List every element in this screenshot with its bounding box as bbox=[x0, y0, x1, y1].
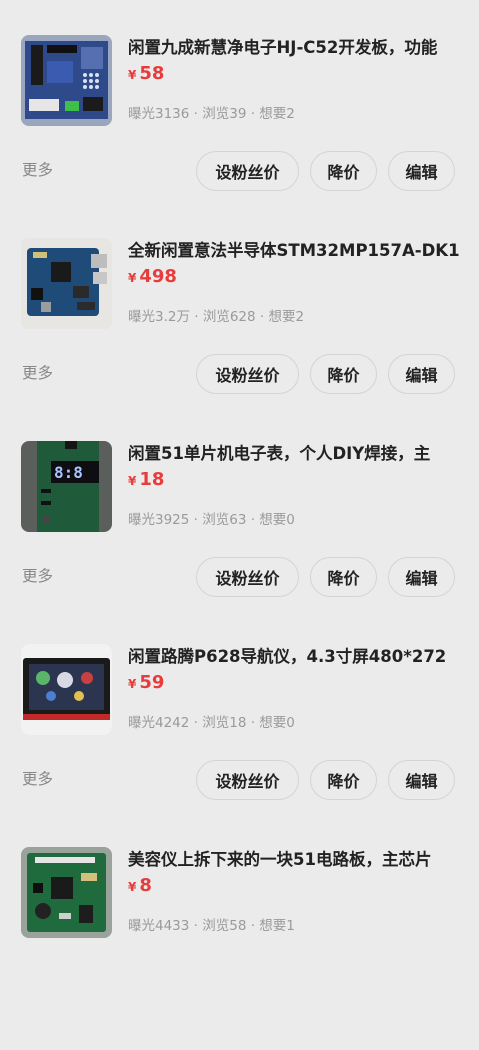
product-thumbnail[interactable] bbox=[21, 644, 112, 735]
more-button[interactable]: 更多 bbox=[22, 159, 53, 181]
item-title[interactable]: 闲置51单片机电子表，个人DIY焊接，主 bbox=[128, 443, 464, 465]
currency-symbol: ¥ bbox=[128, 271, 137, 285]
more-button[interactable]: 更多 bbox=[22, 362, 53, 384]
product-thumbnail[interactable] bbox=[21, 35, 112, 126]
reduce-price-button[interactable]: 降价 bbox=[310, 151, 377, 191]
reduce-price-button[interactable]: 降价 bbox=[310, 760, 377, 800]
listing-item[interactable]: 8:8 闲置51单片机电子表，个人DIY焊接，主 ¥18 曝光3925 · 浏览… bbox=[0, 441, 479, 644]
listing-item[interactable]: 全新闲置意法半导体STM32MP157A-DK1 ¥498 曝光3.2万 · 浏… bbox=[0, 238, 479, 441]
item-stats: 曝光4242 · 浏览18 · 想要0 bbox=[128, 715, 295, 731]
listing-item[interactable]: 闲置九成新慧净电子HJ-C52开发板，功能 ¥58 曝光3136 · 浏览39 … bbox=[0, 35, 479, 238]
product-thumbnail[interactable] bbox=[21, 847, 112, 938]
item-title[interactable]: 美容仪上拆下来的一块51电路板，主芯片 bbox=[128, 849, 464, 871]
set-fans-price-button[interactable]: 设粉丝价 bbox=[196, 151, 299, 191]
item-price: ¥58 bbox=[128, 63, 165, 84]
item-stats: 曝光3.2万 · 浏览628 · 想要2 bbox=[128, 309, 305, 325]
edit-button[interactable]: 编辑 bbox=[388, 354, 455, 394]
item-stats: 曝光3925 · 浏览63 · 想要0 bbox=[128, 512, 295, 528]
reduce-price-button[interactable]: 降价 bbox=[310, 354, 377, 394]
edit-button[interactable]: 编辑 bbox=[388, 760, 455, 800]
item-title[interactable]: 闲置路腾P628导航仪，4.3寸屏480*272 bbox=[128, 646, 464, 668]
item-price: ¥498 bbox=[128, 266, 177, 287]
item-price: ¥59 bbox=[128, 672, 165, 693]
set-fans-price-button[interactable]: 设粉丝价 bbox=[196, 760, 299, 800]
currency-symbol: ¥ bbox=[128, 474, 137, 488]
gps-navigator-photo-icon bbox=[21, 644, 112, 735]
listing-item[interactable]: 闲置路腾P628导航仪，4.3寸屏480*272 ¥59 曝光4242 · 浏览… bbox=[0, 644, 479, 847]
dev-board-photo-icon bbox=[21, 35, 112, 126]
stm32-board-photo-icon bbox=[21, 238, 112, 329]
item-title[interactable]: 全新闲置意法半导体STM32MP157A-DK1 bbox=[128, 240, 464, 262]
product-thumbnail[interactable]: 8:8 bbox=[21, 441, 112, 532]
more-button[interactable]: 更多 bbox=[22, 565, 53, 587]
more-button[interactable]: 更多 bbox=[22, 768, 53, 790]
currency-symbol: ¥ bbox=[128, 677, 137, 691]
set-fans-price-button[interactable]: 设粉丝价 bbox=[196, 557, 299, 597]
listing-item[interactable]: 美容仪上拆下来的一块51电路板，主芯片 ¥8 曝光4433 · 浏览58 · 想… bbox=[0, 847, 479, 1050]
led-clock-photo-icon: 8:8 bbox=[21, 441, 112, 532]
set-fans-price-button[interactable]: 设粉丝价 bbox=[196, 354, 299, 394]
item-title[interactable]: 闲置九成新慧净电子HJ-C52开发板，功能 bbox=[128, 37, 464, 59]
reduce-price-button[interactable]: 降价 bbox=[310, 557, 377, 597]
edit-button[interactable]: 编辑 bbox=[388, 151, 455, 191]
item-stats: 曝光4433 · 浏览58 · 想要1 bbox=[128, 918, 295, 934]
edit-button[interactable]: 编辑 bbox=[388, 557, 455, 597]
circuit-board-photo-icon bbox=[21, 847, 112, 938]
item-stats: 曝光3136 · 浏览39 · 想要2 bbox=[128, 106, 295, 122]
item-price: ¥8 bbox=[128, 875, 152, 896]
currency-symbol: ¥ bbox=[128, 880, 137, 894]
svg-text:8:8: 8:8 bbox=[54, 463, 83, 482]
item-price: ¥18 bbox=[128, 469, 165, 490]
currency-symbol: ¥ bbox=[128, 68, 137, 82]
product-thumbnail[interactable] bbox=[21, 238, 112, 329]
